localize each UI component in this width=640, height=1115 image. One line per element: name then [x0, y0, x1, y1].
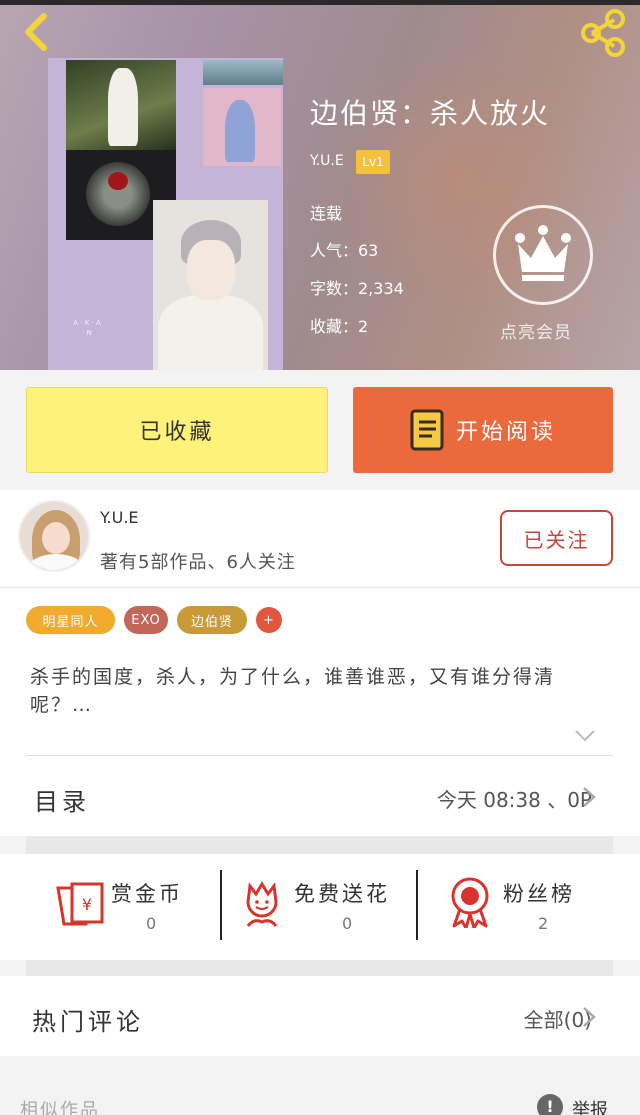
member-button[interactable] [493, 205, 593, 305]
tag-chip[interactable]: 明星同人 [26, 606, 115, 634]
follow-label: 已关注 [523, 527, 590, 552]
book-description: 杀手的国度，杀人，为了什么，谁善谁恶，又有谁分得清呢？… [30, 666, 556, 716]
award-ribbon-icon [451, 877, 489, 928]
exclamation-icon[interactable]: ! [537, 1094, 563, 1115]
rewards-row: ¥ 赏金币 0 免费送花 0 粉丝榜 2 [0, 854, 640, 960]
tags-row: 明星同人 EXO 边伯贤 + [0, 587, 640, 637]
chevron-down-icon[interactable] [574, 729, 596, 743]
collected-button[interactable]: 已收藏 [26, 387, 328, 473]
tag-chip[interactable]: 边伯贤 [177, 606, 247, 634]
red-envelope-icon: ¥ [56, 882, 104, 926]
book-word-count: 字数：2,334 [310, 279, 404, 298]
svg-text:¥: ¥ [82, 895, 92, 914]
reward-label: 赏金币 [111, 882, 183, 906]
author-row: Y.U.E 著有5部作品、6人关注 已关注 [0, 490, 640, 586]
hot-comments-title: 热门评论 [32, 1008, 144, 1036]
report-button[interactable]: 举报 [572, 1096, 608, 1115]
section-gap [26, 960, 613, 976]
reward-count: 2 [538, 914, 549, 933]
author-name[interactable]: Y.U.E [100, 508, 139, 527]
table-of-contents-row[interactable]: 目录 今天 08:38 、0P [0, 756, 640, 836]
footer-row: 相似作品 ! 举报 [0, 1056, 640, 1115]
add-tag-button[interactable]: + [256, 607, 282, 633]
tag-chip[interactable]: EXO [124, 606, 168, 634]
chevron-right-icon [583, 787, 596, 807]
hot-comments-row[interactable]: 热门评论 全部(0) [0, 976, 640, 1056]
cover-photo-sky [203, 60, 283, 85]
book-title: 边伯贤：杀人放火 [310, 97, 551, 130]
start-reading-label: 开始阅读 [455, 420, 556, 445]
cover-mark: A · K · A · N [73, 319, 101, 337]
reward-flower-button[interactable]: 免费送花 0 [222, 854, 416, 960]
toc-label: 目录 [34, 788, 90, 816]
cover-photo-forest [66, 60, 176, 150]
reward-label: 免费送花 [294, 882, 390, 906]
reward-label: 粉丝榜 [503, 882, 575, 906]
member-label[interactable]: 点亮会员 [500, 318, 572, 343]
book-popularity: 人气：63 [310, 241, 379, 260]
fan-ranking-button[interactable]: 粉丝榜 2 [418, 854, 613, 960]
follow-button[interactable]: 已关注 [500, 510, 613, 566]
author-stats: 著有5部作品、6人关注 [100, 552, 296, 573]
chevron-right-icon [583, 1007, 596, 1027]
reward-count: 0 [342, 914, 353, 933]
share-icon [581, 9, 625, 57]
collected-label: 已收藏 [139, 420, 215, 445]
chevron-left-icon [25, 13, 47, 51]
section-gap [26, 836, 613, 854]
description-section: 杀手的国度，杀人，为了什么，谁善谁恶，又有谁分得清呢？… [0, 637, 640, 757]
reward-coins-button[interactable]: ¥ 赏金币 0 [26, 854, 222, 960]
book-header: A · K · A · N 边伯贤：杀人放火 Y.U.E Lv1 连载 人气：6… [0, 0, 640, 370]
back-button[interactable] [18, 10, 58, 54]
similar-works-heading: 相似作品 [20, 1100, 100, 1115]
flower-icon [246, 881, 278, 927]
start-reading-button[interactable]: 开始阅读 [353, 387, 613, 473]
level-badge: Lv1 [356, 150, 390, 174]
book-cover[interactable]: A · K · A · N [48, 58, 283, 370]
book-status: 连载 [310, 204, 343, 223]
book-author[interactable]: Y.U.E [310, 153, 344, 169]
cover-photo-pink [203, 88, 281, 166]
crown-icon [515, 225, 571, 281]
status-strip [0, 0, 640, 5]
toc-update-time: 今天 08:38 、0P [436, 788, 592, 812]
share-button[interactable] [578, 8, 628, 58]
cover-photo-portrait [153, 200, 268, 370]
reward-count: 0 [146, 914, 157, 933]
author-avatar[interactable] [18, 500, 90, 572]
book-icon [410, 409, 444, 451]
book-favorites: 收藏：2 [310, 317, 369, 336]
